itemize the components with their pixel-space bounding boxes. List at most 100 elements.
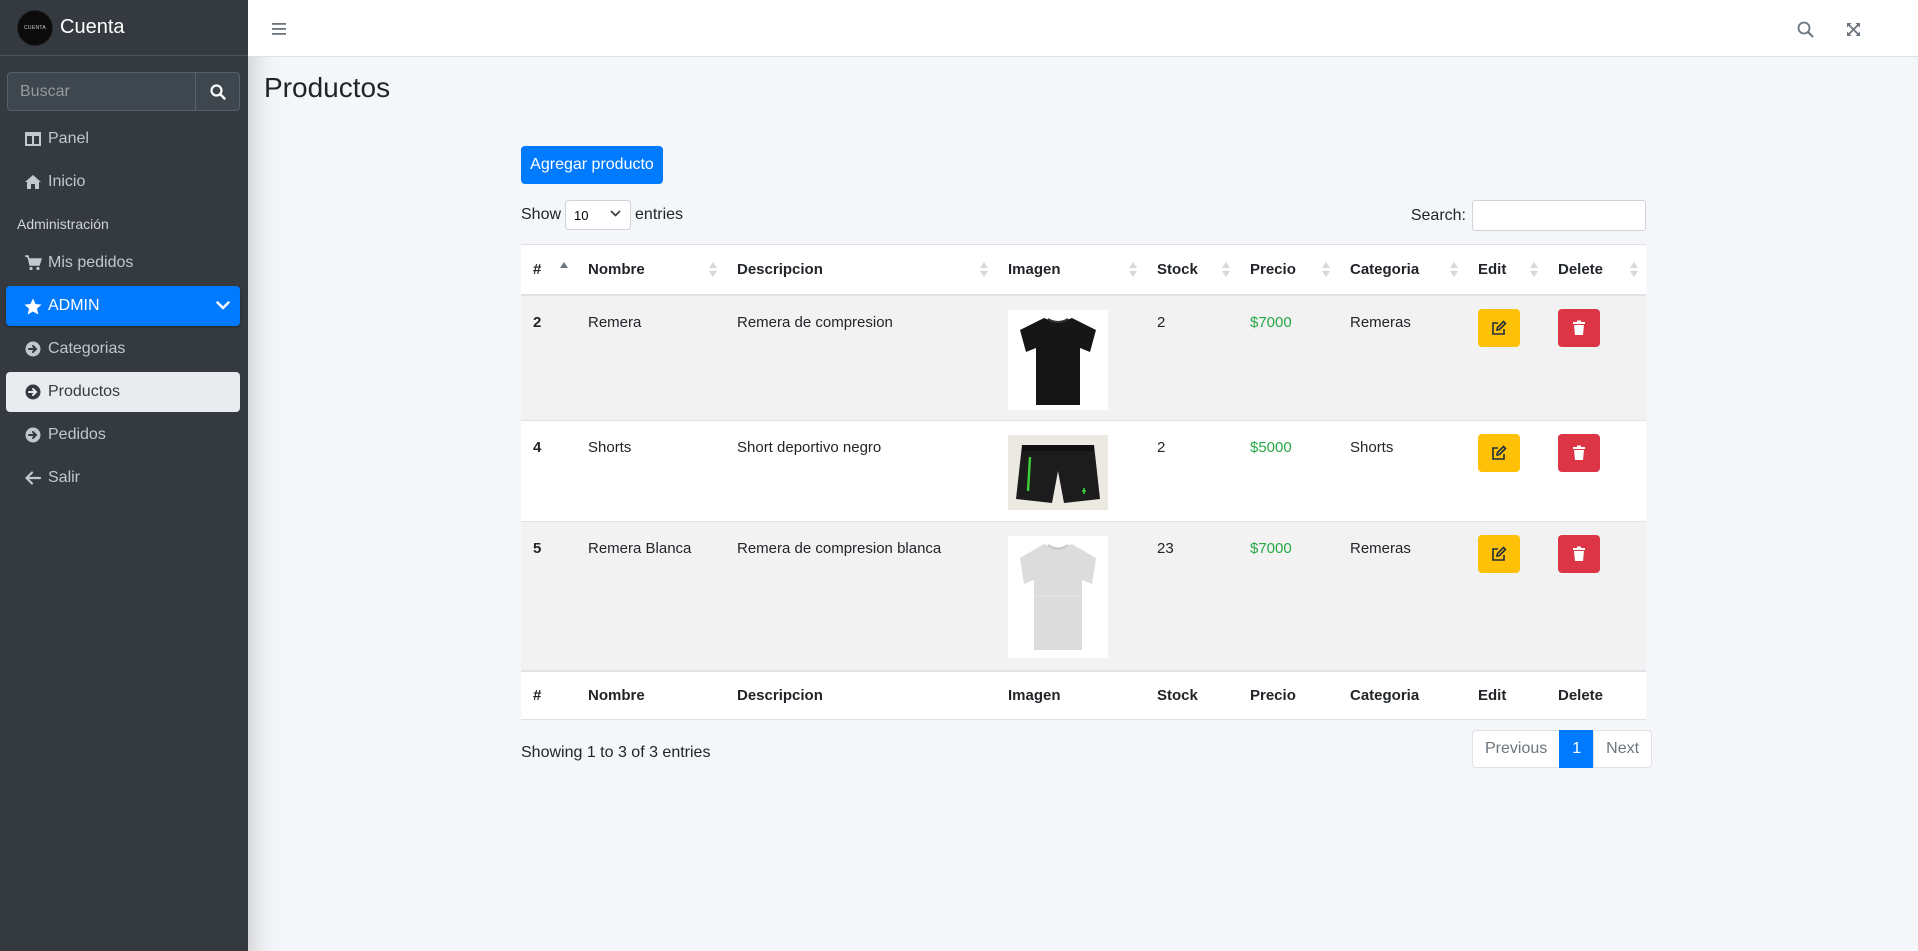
table-row: 4 Shorts Short deportivo negro 2 $5000 S…: [521, 420, 1646, 522]
pagination-previous[interactable]: Previous: [1472, 730, 1561, 768]
edit-icon: [1492, 445, 1507, 460]
cell-precio: $7000: [1238, 521, 1338, 671]
main-sidebar: CUENTA Cuenta Panel Inicio Administració…: [0, 0, 248, 951]
content-wrapper: Productos Agregar producto Show 10 entri…: [248, 57, 1918, 951]
pagination-page-1[interactable]: 1: [1559, 730, 1595, 768]
delete-button[interactable]: [1558, 308, 1600, 347]
col-header-precio[interactable]: Precio: [1238, 244, 1338, 296]
sort-asc-icon: [560, 262, 568, 278]
sidebar-item-inicio[interactable]: Inicio: [6, 162, 240, 202]
table-header-row: # Nombre Descripcion Imagen Stock Precio…: [521, 244, 1646, 296]
sidebar-item-salir[interactable]: Salir: [6, 458, 240, 498]
edit-button[interactable]: [1478, 434, 1520, 472]
add-product-button[interactable]: Agregar producto: [521, 146, 663, 184]
edit-button[interactable]: [1478, 535, 1520, 573]
cell-stock: 2: [1145, 294, 1238, 421]
sidebar-search-input[interactable]: [7, 72, 195, 111]
cell-descripcion: Short deportivo negro: [725, 420, 996, 522]
col-header-edit[interactable]: Edit: [1466, 244, 1546, 296]
col-header-id[interactable]: #: [521, 244, 576, 296]
col-footer-descripcion: Descripcion: [725, 669, 996, 720]
sidebar-item-admin[interactable]: ADMIN: [6, 286, 240, 326]
table-info: Showing 1 to 3 of 3 entries: [521, 744, 711, 761]
top-navbar: [248, 0, 1918, 57]
page-title: Productos: [264, 72, 391, 103]
sort-icon: [1322, 262, 1330, 278]
black-shorts-image: [1008, 435, 1108, 510]
hamburger-menu-button[interactable]: [266, 16, 292, 42]
columns-icon: [23, 129, 43, 149]
table-row: 2 Remera Remera de compresion 2 $7000 Re…: [521, 294, 1646, 421]
brand-link[interactable]: CUENTA Cuenta: [0, 0, 248, 56]
col-header-delete[interactable]: Delete: [1546, 244, 1646, 296]
navbar-search-button[interactable]: [1792, 16, 1818, 42]
sort-icon: [1530, 262, 1538, 278]
table-search-input[interactable]: [1472, 200, 1646, 231]
cell-descripcion: Remera de compresion: [725, 294, 996, 421]
cell-precio: $5000: [1238, 420, 1338, 522]
search-icon: [209, 83, 226, 100]
sidebar-item-label: ADMIN: [48, 297, 100, 314]
cell-imagen: [996, 420, 1145, 522]
col-footer-imagen: Imagen: [996, 669, 1145, 720]
cell-categoria: Remeras: [1338, 521, 1466, 671]
bars-icon: [272, 23, 286, 35]
cell-imagen: [996, 521, 1145, 671]
sort-icon: [1450, 262, 1458, 278]
table-search-filter: Search:: [1411, 200, 1646, 231]
arrow-circle-right-icon: [23, 382, 43, 402]
cell-categoria: Remeras: [1338, 294, 1466, 421]
cell-nombre: Remera: [576, 294, 725, 421]
cell-edit: [1466, 420, 1546, 522]
cell-descripcion: Remera de compresion blanca: [725, 521, 996, 671]
pagination-next[interactable]: Next: [1593, 730, 1653, 768]
sort-icon: [1129, 262, 1137, 278]
col-header-stock[interactable]: Stock: [1145, 244, 1238, 296]
cell-stock: 23: [1145, 521, 1238, 671]
trash-icon: [1573, 546, 1585, 561]
sort-icon: [1630, 262, 1638, 278]
col-header-descripcion[interactable]: Descripcion: [725, 244, 996, 296]
entries-label: entries: [635, 206, 684, 223]
col-footer-edit: Edit: [1466, 669, 1546, 720]
delete-button[interactable]: [1558, 535, 1600, 573]
expand-arrows-icon: [1846, 22, 1860, 36]
white-tshirt-image: [1008, 536, 1108, 658]
cell-stock: 2: [1145, 420, 1238, 522]
cell-delete: [1546, 420, 1646, 522]
sort-icon: [709, 262, 717, 278]
col-header-imagen[interactable]: Imagen: [996, 244, 1145, 296]
black-tshirt-image: [1008, 309, 1108, 410]
pagination: Previous 1 Next: [1472, 730, 1653, 768]
fullscreen-button[interactable]: [1840, 16, 1866, 42]
search-icon: [1797, 21, 1813, 37]
col-header-nombre[interactable]: Nombre: [576, 244, 725, 296]
sidebar-item-productos[interactable]: Productos: [6, 372, 240, 412]
sidebar-item-pedidos[interactable]: Pedidos: [6, 415, 240, 455]
edit-icon: [1492, 546, 1507, 561]
sidebar-item-panel[interactable]: Panel: [6, 119, 240, 159]
cell-edit: [1466, 521, 1546, 671]
chevron-down-icon: [216, 297, 230, 315]
cell-categoria: Shorts: [1338, 420, 1466, 522]
cell-imagen: [996, 294, 1145, 421]
brand-logo: CUENTA: [18, 10, 52, 45]
col-header-categoria[interactable]: Categoria: [1338, 244, 1466, 296]
page-length-select[interactable]: 10: [565, 200, 632, 230]
delete-button[interactable]: [1558, 434, 1600, 472]
brand-text: Cuenta: [60, 16, 125, 38]
col-footer-delete: Delete: [1546, 669, 1646, 720]
sort-icon: [980, 262, 988, 278]
cell-delete: [1546, 294, 1646, 421]
sidebar-item-label: Inicio: [48, 173, 86, 190]
edit-button[interactable]: [1478, 308, 1520, 347]
arrow-left-icon: [23, 468, 43, 488]
sidebar-item-mis-pedidos[interactable]: Mis pedidos: [6, 243, 240, 283]
trash-icon: [1573, 320, 1585, 335]
sidebar-search-button[interactable]: [195, 72, 240, 111]
cell-nombre: Shorts: [576, 420, 725, 522]
sidebar-item-categorias[interactable]: Categorias: [6, 329, 240, 369]
cell-precio: $7000: [1238, 294, 1338, 421]
cell-nombre: Remera Blanca: [576, 521, 725, 671]
cell-delete: [1546, 521, 1646, 671]
